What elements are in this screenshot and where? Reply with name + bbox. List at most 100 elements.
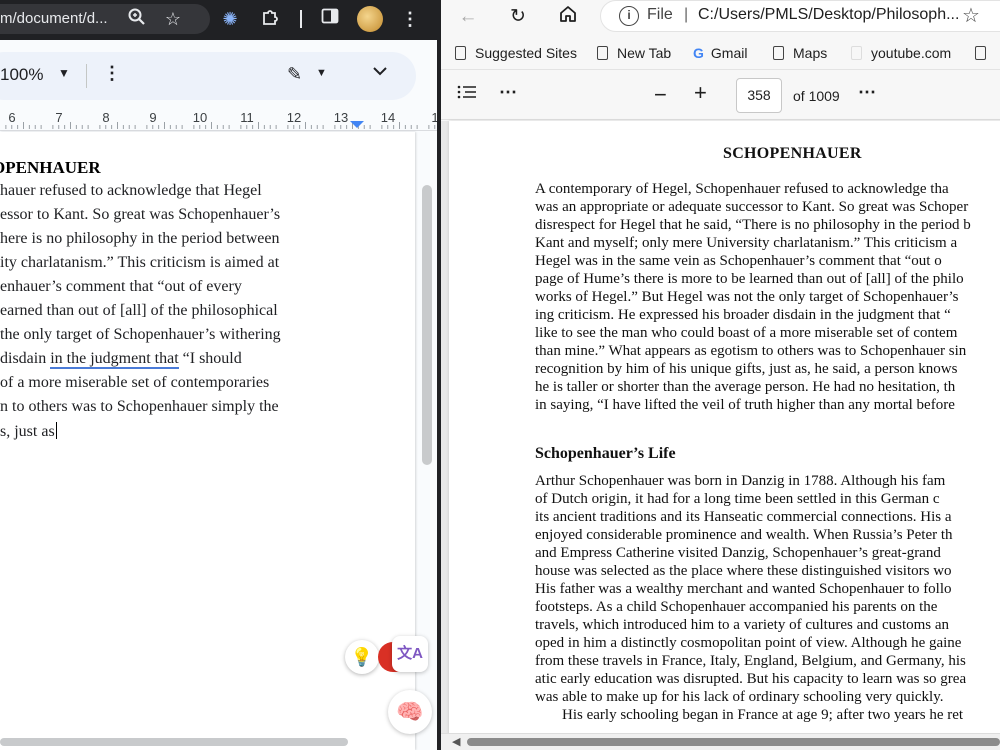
bookmark-youtube[interactable]: youtube.com <box>851 45 951 61</box>
pdf-text-line: atic early education was disrupted. But … <box>535 671 967 687</box>
google-icon: G <box>693 45 704 61</box>
doc-line: here is no philosophy in the period betw… <box>0 230 280 247</box>
doc-text: “I should <box>178 350 242 367</box>
puzzle-icon[interactable] <box>258 7 282 31</box>
pdf-text-line: of Dutch origin, it had for a long time … <box>535 491 940 507</box>
page-icon <box>455 46 466 60</box>
page-icon <box>975 46 986 60</box>
pdf-text-line: Hegel was in the same vein as Schopenhau… <box>535 253 942 269</box>
pdf-viewer-window: ← ↻ i File | C:/Users/PMLS/Desktop/Philo… <box>441 0 1000 750</box>
grammar-suggestion-underline[interactable]: in the judgment that <box>50 350 179 369</box>
doc-line: hauer refused to acknowledge that Hegel <box>0 182 262 199</box>
doc-line: essor to Kant. So great was Schopenhauer… <box>0 206 281 223</box>
pdf-section-heading: Schopenhauer’s Life <box>535 445 676 462</box>
bookmark-new-tab[interactable]: New Tab <box>597 45 671 61</box>
page-number-input[interactable]: 358 <box>736 78 782 113</box>
page-icon <box>773 46 784 60</box>
pdf-text-line: page of Hume’s there is more to be learn… <box>535 271 964 287</box>
star-icon[interactable]: ☆ <box>161 7 185 31</box>
brain-icon[interactable]: 🧠 <box>388 690 432 734</box>
more-options-icon[interactable]: ⋯ <box>499 82 517 103</box>
text-cursor <box>55 422 58 439</box>
pdf-text-line: enjoyed considerable prominence and weal… <box>535 527 953 543</box>
more-vert-icon[interactable]: ⋮ <box>398 7 422 31</box>
collapse-toolbar-icon[interactable] <box>372 64 388 81</box>
ruler-number: 8 <box>102 110 109 125</box>
scroll-left-arrow-icon[interactable]: ◀ <box>452 735 460 748</box>
doc-heading: OPENHAUER <box>0 158 101 177</box>
bookmark-label: Gmail <box>710 45 748 61</box>
pdf-chapter-title: SCHOPENHAUER <box>723 145 862 162</box>
ruler[interactable]: 6 7 8 9 10 11 12 13 14 1 <box>0 107 437 131</box>
pdf-text-line: His father was a wealthy merchant and wa… <box>535 581 952 597</box>
pdf-text-line: Arthur Schopenhauer was born in Danzig i… <box>535 473 946 489</box>
ruler-number: 9 <box>149 110 156 125</box>
ruler-number: 10 <box>193 110 207 125</box>
pdf-text-line: travels, which introduced him to a varie… <box>535 617 950 633</box>
pdf-text-line: ing criticism. He expressed his broader … <box>535 307 951 323</box>
pdf-text-line: works of Hegel.” But Hegel was not the o… <box>535 289 959 305</box>
vertical-scrollbar[interactable] <box>422 185 432 465</box>
pdf-text-line: was an appropriate or adequate successor… <box>535 199 969 215</box>
pdf-text-line: house was selected as the place where th… <box>535 563 952 579</box>
lightbulb-icon[interactable]: 💡 <box>345 640 379 674</box>
side-panel-icon[interactable] <box>318 7 342 31</box>
address-path[interactable]: C:/Users/PMLS/Desktop/Philosoph... <box>698 6 959 24</box>
bookmark-label: youtube.com <box>871 45 952 61</box>
ruler-number: 11 <box>240 110 254 125</box>
pdf-toolbar <box>441 72 1000 120</box>
browser-top-bar: m/document/d... ☆ ✺ ⋮ <box>0 0 437 40</box>
pdf-text-line: His early schooling began in France at a… <box>562 707 964 723</box>
doc-text: disdain <box>0 350 51 367</box>
zoom-icon[interactable] <box>125 7 149 31</box>
doc-line: of a more miserable set of contemporarie… <box>0 374 270 391</box>
extension-icon[interactable]: ✺ <box>218 7 242 31</box>
page-total: of 1009 <box>793 88 840 104</box>
doc-line: enhauer’s comment that “out of every <box>0 278 242 295</box>
bookmarks-bar: Suggested Sites New Tab G Gmail Maps yout… <box>441 38 1000 70</box>
pdf-text-line: oped in him a distinctly cosmopolitan po… <box>535 635 962 651</box>
ruler-number: 7 <box>55 110 62 125</box>
star-icon[interactable]: ☆ <box>962 3 980 28</box>
google-docs-window: m/document/d... ☆ ✺ ⋮ 100% ▼ ⋮ ✎ ▼ 6 7 8 9 1… <box>0 0 437 750</box>
pdf-text-line: in saying, “I have lifted the veil of tr… <box>535 397 955 413</box>
profile-avatar[interactable] <box>357 6 383 32</box>
back-icon[interactable]: ← <box>455 4 481 30</box>
pdf-text-line: Kant and myself; only mere University ch… <box>535 235 958 251</box>
zoom-out-icon[interactable]: − <box>654 82 667 108</box>
horizontal-scrollbar-thumb[interactable] <box>467 738 1000 746</box>
horizontal-scrollbar[interactable] <box>0 738 348 746</box>
translate-icon[interactable]: 文A <box>392 636 428 672</box>
bookmark-label: Maps <box>793 45 828 61</box>
table-of-contents-icon[interactable] <box>457 84 477 105</box>
ruler-number: 13 <box>334 110 348 125</box>
pdf-text-line: disrespect for Hegel that he said, “Ther… <box>535 217 971 233</box>
more-options-icon[interactable]: ⋮ <box>103 63 121 84</box>
page-icon <box>597 46 608 60</box>
ruler-number: 12 <box>287 110 301 125</box>
more-options-icon[interactable]: ⋯ <box>858 82 876 103</box>
zoom-in-icon[interactable]: + <box>694 80 707 106</box>
bookmark-more[interactable] <box>975 45 995 61</box>
pdf-text-line: footsteps. As a child Schopenhauer accom… <box>535 599 938 615</box>
pdf-text-line: A contemporary of Hegel, Schopenhauer re… <box>535 181 949 197</box>
bookmark-label: New Tab <box>617 45 672 61</box>
bookmark-maps[interactable]: Maps <box>773 45 827 61</box>
pdf-text-line: and Empress Catherine visited Danzig, Sc… <box>535 545 941 561</box>
pdf-text-line: like to see the man who could boast of a… <box>535 325 958 341</box>
bookmark-suggested-sites[interactable]: Suggested Sites <box>455 45 577 61</box>
doc-line-last: s, just as <box>0 422 58 441</box>
reload-icon[interactable]: ↻ <box>505 4 531 30</box>
bookmark-gmail[interactable]: G Gmail <box>693 45 747 61</box>
zoom-select[interactable]: 100% <box>0 65 43 85</box>
pdf-text-line: he is taller or shorter than the average… <box>535 379 956 395</box>
chevron-down-icon[interactable]: ▼ <box>316 67 327 79</box>
pdf-text-line: was able to make up for his lack of ordi… <box>535 689 944 705</box>
pencil-edit-icon[interactable]: ✎ <box>287 64 302 85</box>
chevron-down-icon[interactable]: ▼ <box>58 66 70 80</box>
toolbar-divider <box>86 64 87 88</box>
info-icon[interactable]: i <box>619 6 639 26</box>
home-icon[interactable] <box>555 4 581 30</box>
browser-nav-bar: ← ↻ i File | C:/Users/PMLS/Desktop/Philo… <box>441 0 1000 36</box>
doc-line: earned than out of [all] of the philosop… <box>0 302 278 319</box>
